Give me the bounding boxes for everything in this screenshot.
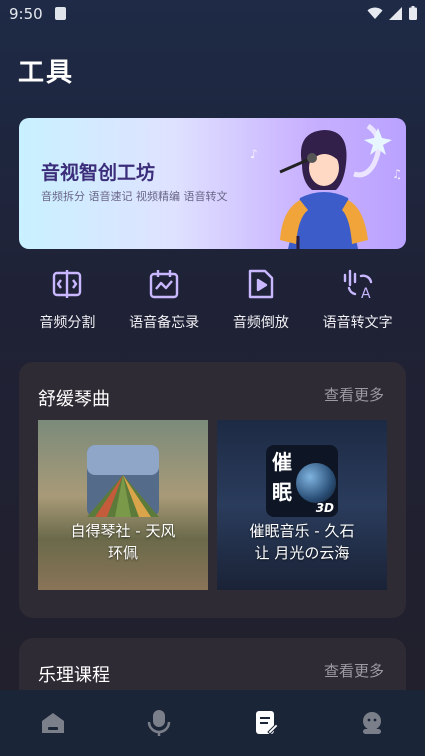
- album-art-badge: 3D: [315, 501, 334, 515]
- music-item[interactable]: 催眠 3D 催眠音乐 - 久石 让 月光の云海: [217, 420, 387, 590]
- album-art-text: 催眠: [272, 450, 292, 504]
- svg-text:♫: ♫: [392, 167, 400, 181]
- speech-to-text-icon: A: [338, 266, 378, 302]
- music-title-line2: 让 月光の云海: [254, 544, 350, 562]
- signal-icon: [389, 6, 402, 20]
- notification-icon: [55, 7, 66, 20]
- tools-row: 音频分割 语音备忘录 音频倒放 A 语音转文字: [19, 266, 406, 332]
- banner-subtitle: 音频拆分 语音速记 视频精编 语音转文: [41, 190, 228, 203]
- banner-title: 音视智创工坊: [41, 162, 156, 184]
- see-more-link[interactable]: 查看更多: [324, 384, 384, 405]
- bottom-tab-bar: [0, 690, 425, 756]
- tool-label: 音频分割: [39, 315, 96, 331]
- piano-music-card: 舒缓琴曲 查看更多 自得琴社 - 天风 环佩 催眠 3D 催眠音乐 - 久石 让…: [19, 362, 406, 618]
- svg-text:♪: ♪: [250, 147, 258, 161]
- tool-voice-memo[interactable]: 语音备忘录: [116, 266, 213, 332]
- music-title-line1: 自得琴社 - 天风: [70, 522, 176, 540]
- tab-tools[interactable]: [213, 690, 319, 756]
- see-more-link[interactable]: 查看更多: [324, 660, 384, 681]
- audio-split-icon: [47, 266, 87, 302]
- planet-graphic: [296, 463, 336, 503]
- tab-mic[interactable]: [106, 690, 212, 756]
- status-icons: [367, 6, 417, 20]
- audio-reverse-icon: [241, 266, 281, 302]
- music-title-line2: 环佩: [107, 544, 138, 562]
- tool-audio-reverse[interactable]: 音频倒放: [213, 266, 310, 332]
- tab-home[interactable]: [0, 690, 106, 756]
- album-art: [87, 445, 159, 517]
- music-caption: 催眠音乐 - 久石 让 月光の云海: [217, 520, 387, 564]
- music-caption: 自得琴社 - 天风 环佩: [38, 520, 208, 564]
- section-title: 舒缓琴曲: [38, 389, 110, 410]
- battery-icon: [409, 6, 417, 20]
- music-title-line1: 催眠音乐 - 久石: [249, 522, 355, 540]
- notes-edit-icon: [255, 711, 278, 735]
- wifi-icon: [367, 7, 383, 19]
- voice-memo-icon: [144, 266, 184, 302]
- section-title: 乐理课程: [38, 665, 110, 686]
- tool-audio-split[interactable]: 音频分割: [19, 266, 116, 332]
- status-time: 9:50: [9, 5, 43, 23]
- tool-label: 语音备忘录: [129, 315, 200, 331]
- promo-banner[interactable]: 音视智创工坊 音频拆分 语音速记 视频精编 语音转文 ♪ ♫: [19, 118, 406, 249]
- tool-speech-to-text[interactable]: A 语音转文字: [309, 266, 406, 332]
- home-icon: [42, 713, 65, 733]
- singer-illustration: ♪ ♫: [250, 123, 400, 249]
- svg-text:A: A: [361, 286, 371, 300]
- user-icon: [362, 712, 381, 734]
- tool-label: 音频倒放: [232, 315, 289, 331]
- tab-profile[interactable]: [319, 690, 425, 756]
- microphone-icon: [148, 710, 171, 736]
- music-item[interactable]: 自得琴社 - 天风 环佩: [38, 420, 208, 590]
- tool-label: 语音转文字: [322, 315, 393, 331]
- album-art: 催眠 3D: [266, 445, 338, 517]
- status-bar: 9:50: [0, 0, 425, 30]
- page-title: 工具: [18, 58, 75, 88]
